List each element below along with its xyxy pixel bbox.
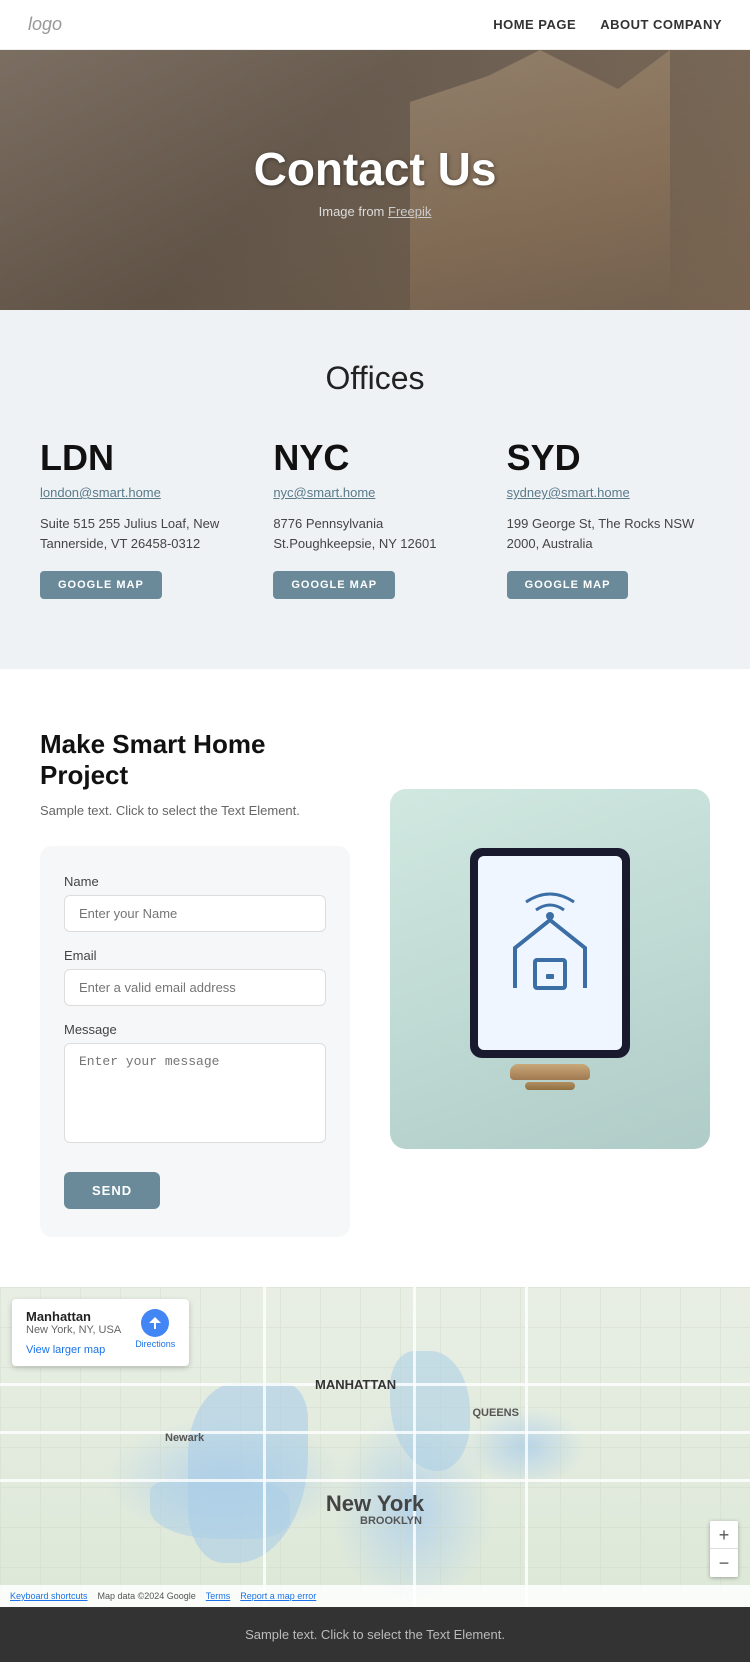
- office-code-syd: SYD: [507, 437, 710, 479]
- map-zoom-controls: + −: [710, 1521, 738, 1577]
- smart-home-image: [390, 789, 710, 1149]
- map-terms[interactable]: Terms: [206, 1591, 231, 1601]
- message-label: Message: [64, 1022, 326, 1037]
- map-background: MANHATTAN QUEENS BROOKLYN Newark New Yor…: [0, 1287, 750, 1607]
- nav-about-link[interactable]: ABOUT COMPANY: [600, 17, 722, 32]
- offices-section: Offices LDN london@smart.home Suite 515 …: [0, 310, 750, 669]
- directions-icon: [141, 1309, 169, 1337]
- office-email-ldn[interactable]: london@smart.home: [40, 485, 243, 500]
- office-code-ldn: LDN: [40, 437, 243, 479]
- map-water-lower: [150, 1479, 290, 1539]
- map-queens-label: QUEENS: [473, 1407, 519, 1419]
- map-nyc-label: New York: [326, 1491, 424, 1517]
- project-subtitle: Sample text. Click to select the Text El…: [40, 803, 350, 818]
- office-address-syd: 199 George St, The Rocks NSW 2000, Austr…: [507, 514, 710, 553]
- form-group-email: Email: [64, 948, 326, 1006]
- office-card-ldn: LDN london@smart.home Suite 515 255 Juli…: [40, 437, 243, 599]
- email-input[interactable]: [64, 969, 326, 1006]
- nav-home-link[interactable]: HOME PAGE: [493, 17, 576, 32]
- map-location-title: Manhattan: [26, 1309, 121, 1324]
- hero-title: Contact Us: [254, 142, 497, 196]
- hero-section: Contact Us Image from Freepik: [0, 50, 750, 310]
- map-directions-button[interactable]: Directions: [135, 1309, 175, 1349]
- google-map-btn-ldn[interactable]: GOOGLE MAP: [40, 571, 162, 599]
- office-code-nyc: NYC: [273, 437, 476, 479]
- google-map-btn-nyc[interactable]: GOOGLE MAP: [273, 571, 395, 599]
- project-right: [390, 729, 710, 1237]
- nav-links: HOME PAGE ABOUT COMPANY: [493, 17, 722, 32]
- offices-title: Offices: [40, 360, 710, 397]
- form-group-name: Name: [64, 874, 326, 932]
- map-road-h2: [0, 1479, 750, 1482]
- project-title: Make Smart Home Project: [40, 729, 350, 791]
- logo: logo: [28, 14, 62, 35]
- map-zoom-in-button[interactable]: +: [710, 1521, 738, 1549]
- office-address-nyc: 8776 Pennsylvania St.Poughkeepsie, NY 12…: [273, 514, 476, 553]
- map-road-v2: [413, 1287, 416, 1607]
- name-label: Name: [64, 874, 326, 889]
- email-label: Email: [64, 948, 326, 963]
- name-input[interactable]: [64, 895, 326, 932]
- map-view-larger-link[interactable]: View larger map: [26, 1344, 105, 1356]
- footer: Sample text. Click to select the Text El…: [0, 1607, 750, 1662]
- office-address-ldn: Suite 515 255 Julius Loaf, New Tannersid…: [40, 514, 243, 553]
- map-data-attribution: Map data ©2024 Google: [98, 1591, 196, 1601]
- tablet-base: [525, 1082, 575, 1090]
- map-manhattan-label: MANHATTAN: [315, 1377, 396, 1392]
- contact-form-card: Name Email Message SEND: [40, 846, 350, 1237]
- form-group-message: Message: [64, 1022, 326, 1148]
- project-section: Make Smart Home Project Sample text. Cli…: [0, 669, 750, 1287]
- map-newark-label: Newark: [165, 1432, 204, 1444]
- project-left: Make Smart Home Project Sample text. Cli…: [40, 729, 350, 1237]
- office-email-nyc[interactable]: nyc@smart.home: [273, 485, 476, 500]
- send-button[interactable]: SEND: [64, 1172, 160, 1209]
- navbar: logo HOME PAGE ABOUT COMPANY: [0, 0, 750, 50]
- google-map-btn-syd[interactable]: GOOGLE MAP: [507, 571, 629, 599]
- map-zoom-out-button[interactable]: −: [710, 1549, 738, 1577]
- map-info-card: Manhattan New York, NY, USA View larger …: [12, 1299, 189, 1366]
- map-road-v1: [263, 1287, 266, 1607]
- map-location-sub: New York, NY, USA: [26, 1324, 121, 1336]
- offices-grid: LDN london@smart.home Suite 515 255 Juli…: [40, 437, 710, 599]
- map-road-v3: [525, 1287, 528, 1607]
- map-report-error[interactable]: Report a map error: [240, 1591, 316, 1601]
- tablet-stand: [510, 1064, 590, 1080]
- map-road-h1: [0, 1431, 750, 1434]
- hero-subtitle: Image from Freepik: [319, 204, 432, 219]
- directions-label: Directions: [135, 1339, 175, 1349]
- map-section: MANHATTAN QUEENS BROOKLYN Newark New Yor…: [0, 1287, 750, 1607]
- office-card-syd: SYD sydney@smart.home 199 George St, The…: [507, 437, 710, 599]
- message-textarea[interactable]: [64, 1043, 326, 1143]
- hero-freepik-link[interactable]: Freepik: [388, 204, 431, 219]
- office-card-nyc: NYC nyc@smart.home 8776 Pennsylvania St.…: [273, 437, 476, 599]
- tablet-svg: [460, 848, 640, 1068]
- map-bottom-bar: Keyboard shortcuts Map data ©2024 Google…: [0, 1585, 750, 1607]
- smart-home-icon: [460, 848, 640, 1090]
- footer-text: Sample text. Click to select the Text El…: [245, 1627, 505, 1642]
- office-email-syd[interactable]: sydney@smart.home: [507, 485, 710, 500]
- map-keyboard-shortcuts[interactable]: Keyboard shortcuts: [10, 1591, 88, 1601]
